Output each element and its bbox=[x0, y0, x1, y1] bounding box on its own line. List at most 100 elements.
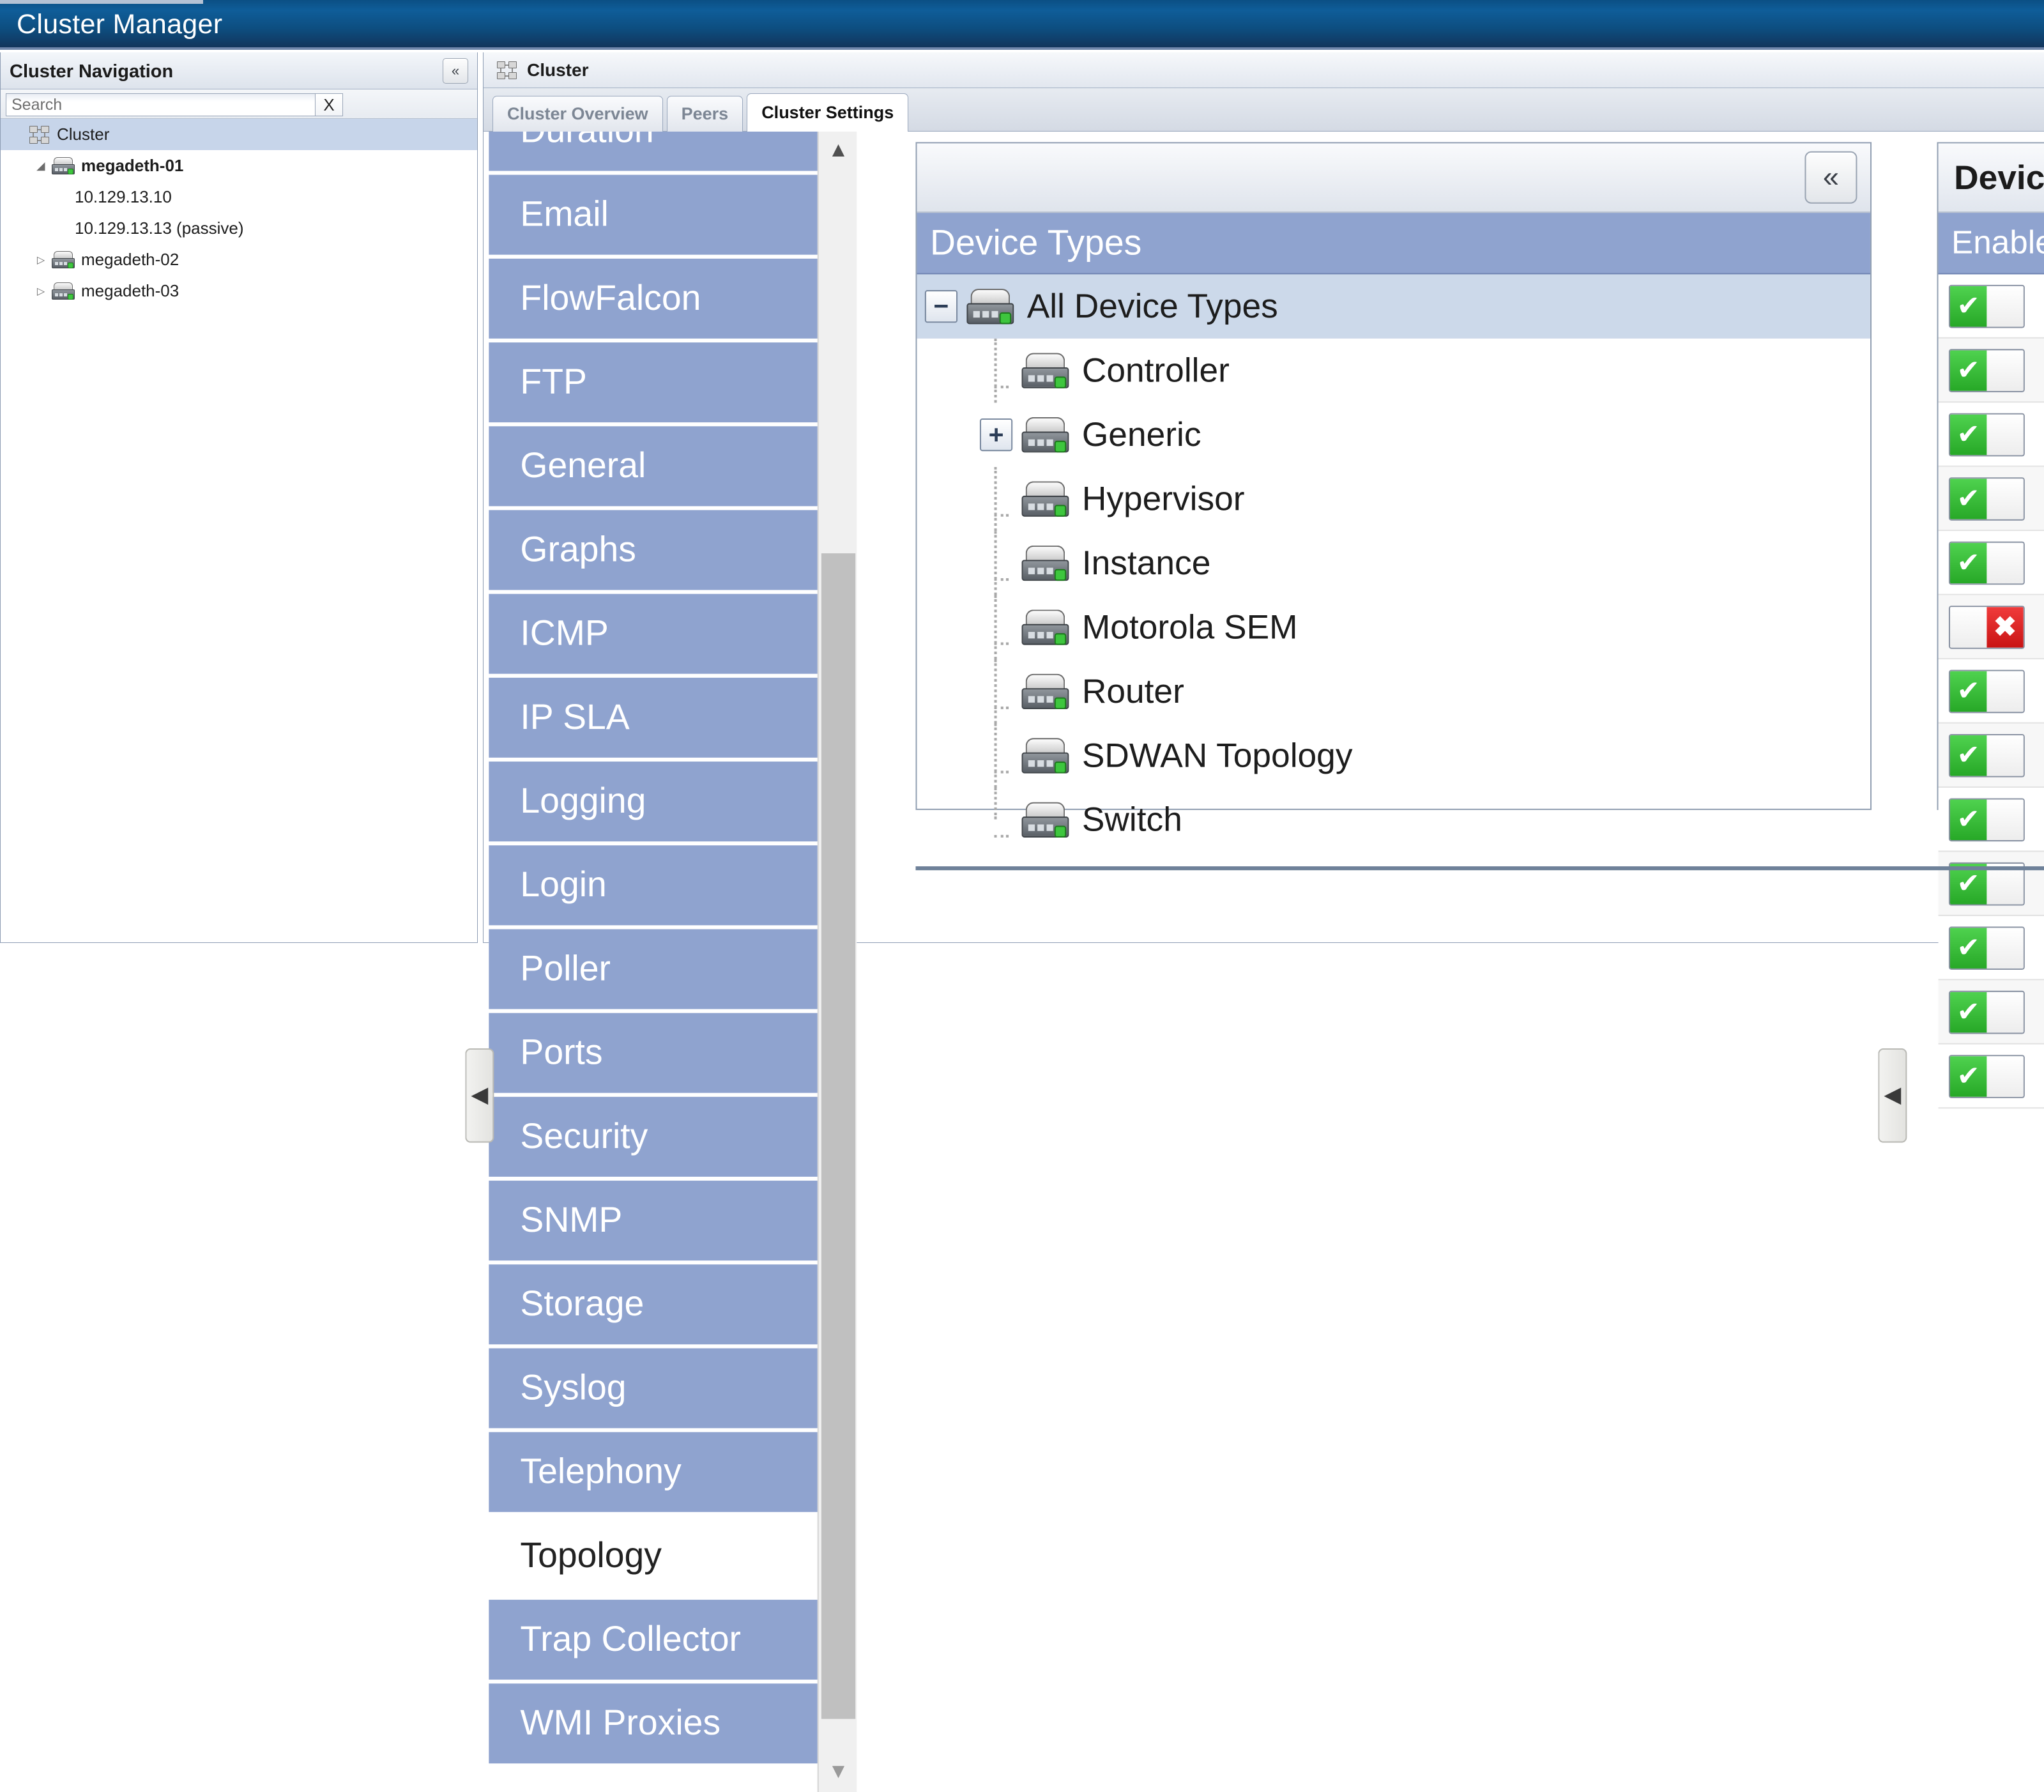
device-type-item-sdwan-topology[interactable]: SDWAN Topology bbox=[917, 724, 1870, 788]
tree-item-megadeth-03[interactable]: ▷ megadeth-03 bbox=[1, 275, 477, 307]
search-input[interactable] bbox=[6, 93, 316, 116]
settings-item-wmi-proxies[interactable]: WMI Proxies bbox=[489, 1683, 824, 1763]
table-row: ✔Cisco ACI (Logical) bbox=[1939, 467, 2044, 531]
cluster-navigation-title: Cluster Navigation bbox=[10, 61, 173, 82]
settings-item-topology[interactable]: Topology bbox=[489, 1516, 824, 1596]
left-splitter-handle[interactable]: ◀ bbox=[465, 1048, 494, 1143]
settings-item-login[interactable]: Login bbox=[489, 845, 824, 925]
toggle-check-icon: ✔ bbox=[1950, 671, 1987, 712]
right-splitter-handle[interactable]: ◀ bbox=[1878, 1048, 1907, 1143]
settings-item-logging[interactable]: Logging bbox=[489, 762, 824, 841]
tree-guide-line bbox=[980, 739, 1012, 772]
enabled-toggle[interactable]: ✔ bbox=[1949, 541, 2025, 585]
device-type-item-generic[interactable]: +Generic bbox=[917, 402, 1870, 466]
tree-item-megadeth-01[interactable]: ◢megadeth-01 bbox=[1, 150, 477, 181]
settings-item-label: Security bbox=[520, 1117, 648, 1158]
device-type-item-controller[interactable]: Controller bbox=[917, 339, 1870, 402]
device-type-item-router[interactable]: Router bbox=[917, 659, 1870, 723]
table-row: ✔OSPF bbox=[1939, 788, 2044, 852]
tree-item-label: Cluster bbox=[57, 125, 109, 144]
settings-item-storage[interactable]: Storage bbox=[489, 1264, 824, 1344]
settings-item-icmp[interactable]: ICMP bbox=[489, 594, 824, 674]
settings-item-ftp[interactable]: FTP bbox=[489, 342, 824, 422]
tree-item-megadeth-02[interactable]: ▷megadeth-02 bbox=[1, 244, 477, 275]
tree-collapse-arrow-icon[interactable]: ◢ bbox=[33, 158, 49, 174]
enabled-toggle[interactable]: ✖ bbox=[1949, 605, 2025, 648]
cluster-icon bbox=[496, 59, 518, 81]
device-type-label: Controller bbox=[1082, 350, 1230, 391]
settings-item-syslog[interactable]: Syslog bbox=[489, 1348, 824, 1428]
settings-list-scrollbar[interactable]: ▲ ▼ bbox=[818, 132, 857, 1792]
device-type-label: Motorola SEM bbox=[1082, 607, 1298, 648]
settings-item-snmp[interactable]: SNMP bbox=[489, 1181, 824, 1260]
enabled-toggle[interactable]: ✔ bbox=[1949, 1054, 2025, 1098]
app-title: Cluster Manager bbox=[17, 9, 222, 40]
tree-expand-arrow-icon[interactable]: ▷ bbox=[33, 283, 49, 300]
device-type-item-hypervisor[interactable]: Hypervisor bbox=[917, 467, 1870, 531]
settings-item-trap-collector[interactable]: Trap Collector bbox=[489, 1600, 824, 1680]
tree-guide-line bbox=[980, 675, 1012, 708]
toggle-check-icon: ✔ bbox=[1950, 992, 1987, 1032]
tree-item-cluster[interactable]: Cluster bbox=[1, 119, 477, 150]
tree-item-10-129-13-10[interactable]: 10.129.13.10 bbox=[1, 181, 477, 213]
search-clear-button[interactable]: X bbox=[316, 93, 343, 116]
enabled-toggle[interactable]: ✔ bbox=[1949, 348, 2025, 392]
device-types-tree: −All Device Types Controller +GenericHyper… bbox=[917, 274, 1870, 806]
enabled-toggle[interactable]: ✔ bbox=[1949, 477, 2025, 520]
enabled-toggle[interactable]: ✔ bbox=[1949, 990, 2025, 1034]
table-row: ✔STP Trunk bbox=[1939, 916, 2044, 980]
enabled-toggle[interactable]: ✔ bbox=[1949, 926, 2025, 969]
settings-item-email[interactable]: Email bbox=[489, 175, 824, 255]
device-type-item-all-device-types[interactable]: −All Device Types bbox=[917, 274, 1870, 338]
settings-item-general[interactable]: General bbox=[489, 426, 824, 506]
tree-expand-arrow-icon[interactable]: ▷ bbox=[33, 252, 49, 268]
settings-item-graphs[interactable]: Graphs bbox=[489, 510, 824, 590]
scrollbar-thumb[interactable] bbox=[821, 553, 855, 1719]
tree-item-label: megadeth-03 bbox=[81, 281, 179, 301]
server-icon bbox=[966, 288, 1014, 325]
settings-item-label: Graphs bbox=[520, 530, 636, 571]
tab-cluster-overview[interactable]: Cluster Overview bbox=[492, 96, 663, 132]
enabled-toggle[interactable]: ✔ bbox=[1949, 733, 2025, 777]
enabled-toggle[interactable]: ✔ bbox=[1949, 284, 2025, 328]
double-chevron-left-icon[interactable]: « bbox=[1804, 151, 1857, 204]
device-type-item-instance[interactable]: Instance bbox=[917, 531, 1870, 595]
device-types-toolbar: « bbox=[917, 143, 1870, 213]
toggle-cross-icon: ✖ bbox=[1987, 606, 2023, 647]
triangle-up-icon[interactable]: ▲ bbox=[819, 132, 858, 171]
double-chevron-left-icon[interactable]: « bbox=[443, 58, 468, 84]
enabled-toggle[interactable]: ✔ bbox=[1949, 797, 2025, 841]
tab-cluster-settings[interactable]: Cluster Settings bbox=[747, 93, 908, 132]
table-row: ✔CDP bbox=[1939, 402, 2044, 466]
tree-guide-line bbox=[980, 804, 1012, 836]
tree-expand-box-icon[interactable]: + bbox=[980, 418, 1012, 451]
table-row: ✔VMWare (Logical) bbox=[1939, 980, 2044, 1044]
settings-item-ports[interactable]: Ports bbox=[489, 1013, 824, 1093]
device-type-item-switch[interactable]: Switch bbox=[917, 788, 1870, 852]
enabled-toggle[interactable]: ✔ bbox=[1949, 670, 2025, 713]
settings-item-label: Email bbox=[520, 194, 608, 235]
settings-item-flowfalcon[interactable]: FlowFalcon bbox=[489, 259, 824, 339]
tab-peers[interactable]: Peers bbox=[667, 96, 744, 132]
settings-item-duration[interactable]: Duration bbox=[489, 132, 824, 171]
enabled-cell: ✔ bbox=[1939, 670, 2044, 713]
device-type-item-motorola-sem[interactable]: Motorola SEM bbox=[917, 595, 1870, 659]
settings-item-poller[interactable]: Poller bbox=[489, 929, 824, 1009]
settings-category-list[interactable]: Duration Email FlowFalcon FTPGeneral Graphs I… bbox=[489, 132, 824, 1792]
settings-item-ip-sla[interactable]: IP SLA bbox=[489, 678, 824, 758]
triangle-down-icon[interactable]: ▼ bbox=[819, 1753, 858, 1792]
toggle-check-icon: ✔ bbox=[1950, 735, 1987, 776]
settings-item-security[interactable]: Security bbox=[489, 1097, 824, 1177]
main-header: Cluster bbox=[484, 52, 2044, 88]
tree-collapse-box-icon[interactable]: − bbox=[925, 290, 957, 323]
settings-item-label: FlowFalcon bbox=[520, 279, 701, 319]
tree-item-10-129-13-13-passive[interactable]: 10.129.13.13 (passive) bbox=[1, 213, 477, 244]
settings-item-label: ICMP bbox=[520, 613, 608, 654]
settings-item-telephony[interactable]: Telephony bbox=[489, 1432, 824, 1512]
server-icon bbox=[1022, 545, 1069, 581]
enabled-toggle[interactable]: ✔ bbox=[1949, 413, 2025, 456]
toggle-check-icon: ✔ bbox=[1950, 927, 1987, 968]
server-icon bbox=[1022, 352, 1069, 388]
settings-item-label: Login bbox=[520, 865, 606, 906]
enabled-cell: ✔ bbox=[1939, 733, 2044, 777]
